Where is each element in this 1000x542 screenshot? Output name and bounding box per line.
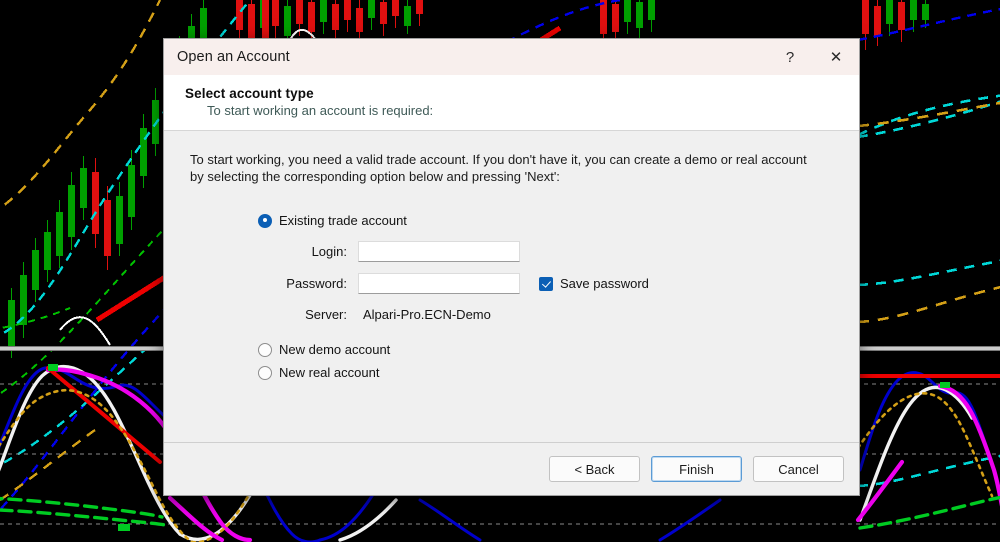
finish-button[interactable]: Finish — [651, 456, 742, 482]
open-account-dialog: Open an Account ? ✕ Select account type … — [163, 38, 860, 496]
dialog-title: Open an Account — [177, 49, 290, 65]
login-input[interactable] — [358, 241, 520, 262]
radio-existing-icon[interactable] — [258, 213, 272, 228]
save-password-label: Save password — [560, 276, 649, 291]
dialog-titlebar: Open an Account ? ✕ — [164, 39, 859, 75]
save-password-checkbox-icon[interactable] — [539, 276, 553, 291]
green-marker-left — [48, 364, 58, 371]
radio-existing-label: Existing trade account — [279, 213, 407, 228]
green-marker-right — [940, 382, 950, 388]
save-password-checkbox-row[interactable]: Save password — [539, 276, 649, 291]
dialog-body: To start working, you need a valid trade… — [164, 131, 859, 442]
page-title: Select account type — [185, 86, 314, 101]
radio-option-new-demo-account[interactable]: New demo account — [258, 342, 833, 357]
radio-real-icon[interactable] — [258, 365, 272, 380]
green-marker-bottom — [118, 524, 130, 531]
dialog-header-band: Select account type To start working an … — [164, 75, 859, 131]
close-x-icon[interactable]: ✕ — [813, 39, 859, 75]
password-label: Password: — [286, 276, 347, 291]
password-input[interactable] — [358, 273, 520, 294]
server-value: Alpari-Pro.ECN-Demo — [363, 307, 491, 322]
radio-option-existing-account[interactable]: Existing trade account — [258, 213, 833, 228]
page-subtitle: To start working an account is required: — [207, 103, 434, 118]
screen: Open an Account ? ✕ Select account type … — [0, 0, 1000, 542]
back-button[interactable]: < Back — [549, 456, 640, 482]
login-label: Login: — [311, 244, 347, 259]
server-field-row: Server: Alpari-Pro.ECN-Demo — [258, 307, 833, 322]
radio-demo-icon[interactable] — [258, 342, 272, 357]
radio-demo-label: New demo account — [279, 342, 391, 357]
radio-real-label: New real account — [279, 365, 380, 380]
radio-option-new-real-account[interactable]: New real account — [258, 365, 833, 380]
login-field-row: Login: — [258, 241, 833, 262]
dialog-footer: < Back Finish Cancel — [164, 442, 859, 495]
help-question-icon[interactable]: ? — [767, 39, 813, 75]
server-label: Server: — [305, 307, 347, 322]
cancel-button[interactable]: Cancel — [753, 456, 844, 482]
password-field-row: Password: Save password — [258, 273, 833, 294]
intro-text: To start working, you need a valid trade… — [190, 152, 807, 184]
